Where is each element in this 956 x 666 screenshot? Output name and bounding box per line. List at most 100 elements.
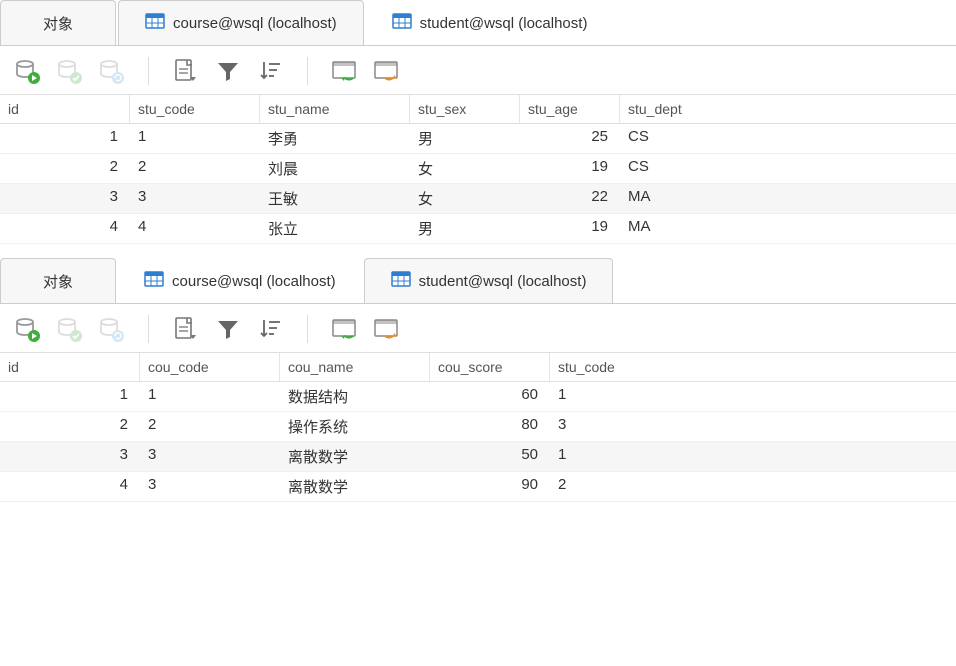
col-stu_code[interactable]: stu_code xyxy=(550,353,710,381)
db-refresh-icon[interactable] xyxy=(96,314,126,344)
cell-cou_score: 50 xyxy=(430,442,550,471)
filter-icon[interactable] xyxy=(213,56,243,86)
cell-cou_name: 离散数学 xyxy=(280,472,430,501)
cell-stu_code: 1 xyxy=(550,442,710,471)
tab-label: student@wsql (localhost) xyxy=(419,273,587,290)
cell-stu_age: 25 xyxy=(520,124,620,153)
col-stu_sex[interactable]: stu_sex xyxy=(410,95,520,123)
cell-stu_age: 19 xyxy=(520,214,620,243)
cell-stu_name: 张立 xyxy=(260,214,410,243)
import-icon[interactable] xyxy=(330,56,360,86)
cell-stu_sex: 女 xyxy=(410,154,520,183)
cell-id: 1 xyxy=(0,124,130,153)
col-id[interactable]: id xyxy=(0,95,130,123)
col-cou_score[interactable]: cou_score xyxy=(430,353,550,381)
import-icon[interactable] xyxy=(330,314,360,344)
cell-stu_sex: 男 xyxy=(410,214,520,243)
export-icon[interactable] xyxy=(372,56,402,86)
separator xyxy=(148,57,149,85)
sort-icon[interactable] xyxy=(255,314,285,344)
panel-student: 对象 course@wsql (localhost) student@wsql … xyxy=(0,0,956,244)
col-cou_name[interactable]: cou_name xyxy=(280,353,430,381)
table-icon xyxy=(392,11,412,35)
cell-stu_name: 王敏 xyxy=(260,184,410,213)
tab-student[interactable]: student@wsql (localhost) xyxy=(364,258,614,303)
cell-stu_code: 1 xyxy=(130,124,260,153)
cell-id: 3 xyxy=(0,184,130,213)
toolbar xyxy=(0,46,956,94)
db-run-icon[interactable] xyxy=(12,314,42,344)
db-check-icon[interactable] xyxy=(54,314,84,344)
tab-course[interactable]: course@wsql (localhost) xyxy=(118,0,364,45)
cell-id: 2 xyxy=(0,412,140,441)
tab-label: course@wsql (localhost) xyxy=(172,273,336,290)
col-id[interactable]: id xyxy=(0,353,140,381)
cell-stu_dept: CS xyxy=(620,124,780,153)
cell-cou_code: 1 xyxy=(140,382,280,411)
cell-id: 1 xyxy=(0,382,140,411)
table-row[interactable]: 3 3 王敏 女 22 MA xyxy=(0,184,956,214)
cell-id: 3 xyxy=(0,442,140,471)
db-refresh-icon[interactable] xyxy=(96,56,126,86)
cell-stu_code: 2 xyxy=(130,154,260,183)
filter-icon[interactable] xyxy=(213,314,243,344)
tab-bar: 对象 course@wsql (localhost) student@wsql … xyxy=(0,0,956,46)
table-row[interactable]: 4 4 张立 男 19 MA xyxy=(0,214,956,244)
cell-stu_dept: MA xyxy=(620,184,780,213)
db-check-icon[interactable] xyxy=(54,56,84,86)
tab-label: student@wsql (localhost) xyxy=(420,15,588,32)
table-row[interactable]: 1 1 数据结构 60 1 xyxy=(0,382,956,412)
sort-icon[interactable] xyxy=(255,56,285,86)
cell-stu_code: 3 xyxy=(130,184,260,213)
table-row[interactable]: 2 2 操作系统 80 3 xyxy=(0,412,956,442)
cell-cou_name: 数据结构 xyxy=(280,382,430,411)
table-row[interactable]: 4 3 离散数学 90 2 xyxy=(0,472,956,502)
table-icon xyxy=(144,269,164,293)
tab-student[interactable]: student@wsql (localhost) xyxy=(366,0,614,46)
grid-header: id stu_code stu_name stu_sex stu_age stu… xyxy=(0,95,956,124)
separator xyxy=(307,315,308,343)
cell-cou_score: 80 xyxy=(430,412,550,441)
table-row[interactable]: 3 3 离散数学 50 1 xyxy=(0,442,956,472)
table-icon xyxy=(145,11,165,35)
table-row[interactable]: 1 1 李勇 男 25 CS xyxy=(0,124,956,154)
table-icon xyxy=(391,269,411,293)
doc-dropdown-icon[interactable] xyxy=(171,314,201,344)
doc-dropdown-icon[interactable] xyxy=(171,56,201,86)
cell-cou_code: 2 xyxy=(140,412,280,441)
col-stu_name[interactable]: stu_name xyxy=(260,95,410,123)
cell-stu_code: 3 xyxy=(550,412,710,441)
export-icon[interactable] xyxy=(372,314,402,344)
cell-stu_name: 李勇 xyxy=(260,124,410,153)
col-stu_age[interactable]: stu_age xyxy=(520,95,620,123)
tab-objects[interactable]: 对象 xyxy=(0,258,116,303)
cell-stu_dept: CS xyxy=(620,154,780,183)
cell-cou_name: 离散数学 xyxy=(280,442,430,471)
cell-stu_code: 2 xyxy=(550,472,710,501)
col-stu_dept[interactable]: stu_dept xyxy=(620,95,780,123)
table-row[interactable]: 2 2 刘晨 女 19 CS xyxy=(0,154,956,184)
cell-cou_name: 操作系统 xyxy=(280,412,430,441)
cell-cou_score: 90 xyxy=(430,472,550,501)
cell-stu_sex: 女 xyxy=(410,184,520,213)
cell-id: 2 xyxy=(0,154,130,183)
cell-stu_code: 4 xyxy=(130,214,260,243)
cell-stu_dept: MA xyxy=(620,214,780,243)
separator xyxy=(148,315,149,343)
cell-stu_age: 22 xyxy=(520,184,620,213)
cell-stu_sex: 男 xyxy=(410,124,520,153)
cell-cou_score: 60 xyxy=(430,382,550,411)
tab-label: 对象 xyxy=(43,13,73,34)
grid-header: id cou_code cou_name cou_score stu_code xyxy=(0,353,956,382)
panel-course: 对象 course@wsql (localhost) student@wsql … xyxy=(0,258,956,502)
tab-course[interactable]: course@wsql (localhost) xyxy=(118,258,362,304)
tab-bar: 对象 course@wsql (localhost) student@wsql … xyxy=(0,258,956,304)
db-run-icon[interactable] xyxy=(12,56,42,86)
cell-stu_name: 刘晨 xyxy=(260,154,410,183)
col-cou_code[interactable]: cou_code xyxy=(140,353,280,381)
cell-id: 4 xyxy=(0,472,140,501)
cell-stu_code: 1 xyxy=(550,382,710,411)
tab-objects[interactable]: 对象 xyxy=(0,0,116,45)
data-grid-student: id stu_code stu_name stu_sex stu_age stu… xyxy=(0,94,956,244)
col-stu_code[interactable]: stu_code xyxy=(130,95,260,123)
